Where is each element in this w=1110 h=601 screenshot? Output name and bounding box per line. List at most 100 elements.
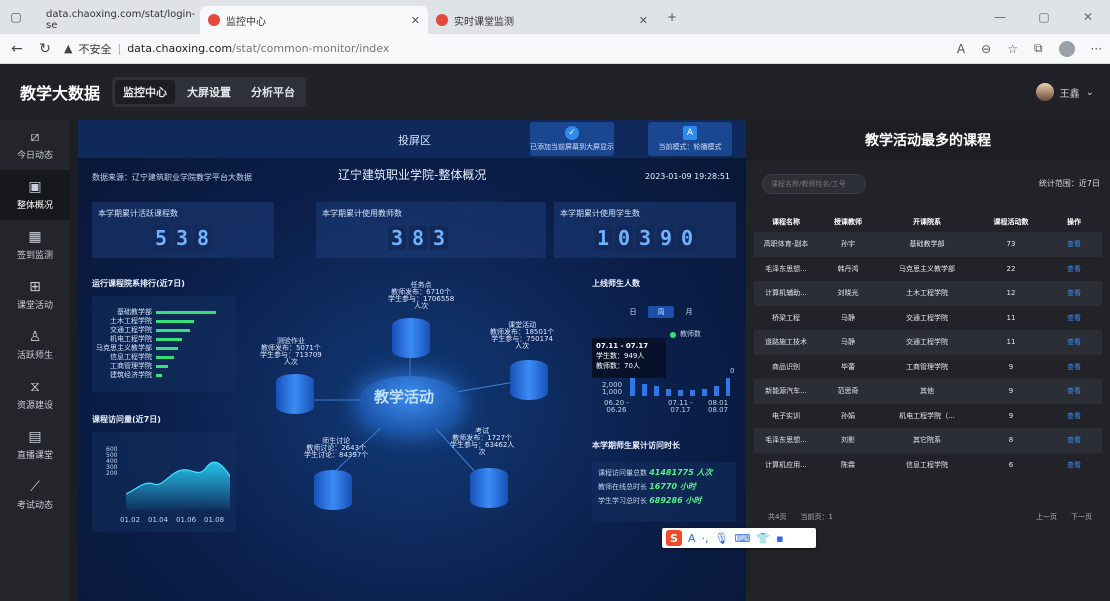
tab-title: data.chaoxing.com/stat/login-se xyxy=(46,9,196,31)
task-node-icon xyxy=(392,318,430,358)
sidebar-item-active-users[interactable]: ♙ 活跃师生 xyxy=(0,320,70,370)
cell-course: 商品识别 xyxy=(772,362,800,371)
browser-tab-bar: ▢ data.chaoxing.com/stat/login-se ✕ 监控中心… xyxy=(0,0,1110,34)
online-bar xyxy=(666,389,671,396)
read-aloud-icon[interactable]: A xyxy=(957,42,965,56)
view-link[interactable]: 查看 xyxy=(1046,288,1102,298)
header-action: 操作 xyxy=(1067,218,1081,226)
microphone-icon[interactable]: 🎙 xyxy=(715,532,729,545)
check-icon: ✓ xyxy=(565,126,579,140)
header-count: 课程活动数 xyxy=(993,218,1029,226)
view-link[interactable]: 查看 xyxy=(1046,386,1102,396)
more-icon[interactable]: ··· xyxy=(1091,42,1102,56)
view-link[interactable]: 查看 xyxy=(1046,239,1102,249)
user-menu[interactable]: 王鑫 ⌄ xyxy=(1035,83,1094,101)
view-link[interactable]: 查看 xyxy=(1046,411,1102,421)
cell-count: 11 xyxy=(1006,313,1016,322)
minimize-icon[interactable]: — xyxy=(978,0,1022,34)
online-bar xyxy=(726,378,730,396)
x-tick: 01.08 xyxy=(204,516,225,524)
accum-row: 课程访问量总数 41481775 人次 xyxy=(598,466,730,480)
course-search-input[interactable] xyxy=(762,174,866,194)
refresh-icon[interactable]: ↻ xyxy=(36,41,54,57)
view-link[interactable]: 查看 xyxy=(1046,362,1102,372)
mode-button[interactable]: A 当前模式：轮播模式 xyxy=(648,122,732,156)
punctuation-icon[interactable]: ·, xyxy=(702,532,709,545)
user-name: 王鑫 xyxy=(1059,88,1080,100)
stat-digits: 5 3 8 xyxy=(152,226,212,250)
sidebar-item-label: 课堂活动 xyxy=(16,300,53,311)
sidebar-item-overview[interactable]: ▣ 整体概况 xyxy=(0,170,70,220)
browser-tab-monitor[interactable]: 监控中心 ✕ xyxy=(200,6,428,34)
cell-count: 9 xyxy=(1008,362,1014,371)
period-toggle: 日 周 月 xyxy=(620,306,702,318)
segment-month[interactable]: 月 xyxy=(676,306,702,318)
dashboard-timestamp: 2023-01-09 19:28:51 xyxy=(645,172,730,181)
view-link[interactable]: 查看 xyxy=(1046,313,1102,323)
sidebar-item-today[interactable]: ⧄ 今日动态 xyxy=(0,120,70,170)
keyboard-icon[interactable]: ⌨ xyxy=(735,532,751,545)
browser-tab-realtime[interactable]: 实时课堂监测 ✕ xyxy=(428,6,656,34)
added-label: 已添加当前屏幕到大屏显示 xyxy=(530,143,614,151)
sidebar-item-activity[interactable]: ⊞ 课堂活动 xyxy=(0,270,70,320)
x-tick: 01.02 xyxy=(120,516,141,524)
nav-analysis[interactable]: 分析平台 xyxy=(243,80,303,104)
cell-teacher: 陈霖 xyxy=(841,460,855,469)
node-task: 任务点 教师发布：6710个 学生参与：1706558 人次 xyxy=(388,282,454,310)
legend-label: 教师数 xyxy=(680,330,701,338)
sidebar-item-label: 直播课堂 xyxy=(16,450,53,461)
homework-node-icon xyxy=(276,374,314,414)
browser-tab-login[interactable]: data.chaoxing.com/stat/login-se ✕ xyxy=(32,6,211,34)
tooltip-teachers: 教师数：70人 xyxy=(596,362,640,370)
dept-bar xyxy=(156,364,168,368)
collections-icon[interactable]: ⧉ xyxy=(1034,41,1043,56)
tooltip-range: 07.11 - 07.17 xyxy=(596,342,649,350)
view-link[interactable]: 查看 xyxy=(1046,337,1102,347)
next-page-button[interactable]: 下一页 xyxy=(1071,512,1092,522)
tab-actions-icon[interactable]: ▢ xyxy=(0,0,32,34)
segment-day[interactable]: 日 xyxy=(620,306,646,318)
sogou-logo-icon[interactable]: S xyxy=(666,530,682,546)
accum-row: 学生学习总时长 689286 小时 xyxy=(598,494,730,508)
new-tab-icon[interactable]: + xyxy=(656,0,688,34)
url-field[interactable]: ▲ 不安全 | data.chaoxing.com/stat/common-mo… xyxy=(64,41,389,57)
close-window-icon[interactable]: ✕ xyxy=(1066,0,1110,34)
digit: 9 xyxy=(657,226,675,250)
calendar-icon: ▦ xyxy=(28,228,42,245)
cell-dept: 其它院系 xyxy=(913,436,941,445)
close-tab-icon[interactable]: ✕ xyxy=(411,14,420,27)
zoom-icon[interactable]: ⊖ xyxy=(981,42,991,56)
nav-screen-settings[interactable]: 大屏设置 xyxy=(179,80,239,104)
dept-name: 建筑经济学院 xyxy=(110,371,152,379)
maximize-icon[interactable]: ▢ xyxy=(1022,0,1066,34)
y-tick: 200 xyxy=(106,470,118,477)
segment-week[interactable]: 周 xyxy=(648,306,674,318)
view-link[interactable]: 查看 xyxy=(1046,460,1102,470)
nav-monitor[interactable]: 监控中心 xyxy=(115,80,176,104)
profile-avatar[interactable] xyxy=(1058,40,1075,57)
view-link[interactable]: 查看 xyxy=(1046,264,1102,274)
prev-page-button[interactable]: 上一页 xyxy=(1036,512,1057,522)
accum-value: 689286 小时 xyxy=(649,496,702,505)
online-title: 上线师生人数 xyxy=(592,279,640,288)
dept-row: 交通工程学院 xyxy=(94,326,190,334)
skin-icon[interactable]: 👕 xyxy=(756,532,770,545)
view-link[interactable]: 查看 xyxy=(1046,435,1102,445)
sidebar-item-signin[interactable]: ▦ 签到监测 xyxy=(0,220,70,270)
table-row: 桥梁工程 马静 交通工程学院 11 查看 xyxy=(754,306,1102,331)
sidebar-item-live[interactable]: ▤ 直播课堂 xyxy=(0,420,70,470)
back-icon[interactable]: ← xyxy=(8,41,26,57)
exam-node-icon xyxy=(470,468,508,508)
toolbox-icon[interactable]: ▪ xyxy=(776,532,783,545)
dept-bar xyxy=(156,319,194,323)
url-host: data.chaoxing.com xyxy=(127,42,233,55)
visit-chart-title: 课程访问量(近7日) xyxy=(92,415,161,424)
added-to-screen-button[interactable]: ✓ 已添加当前屏幕到大屏显示 xyxy=(530,122,614,156)
sidebar-item-exam[interactable]: ⟋ 考试动态 xyxy=(0,470,70,520)
x-tick: 07.11 -07.17 xyxy=(668,400,693,414)
ime-mode[interactable]: A xyxy=(688,532,696,545)
class-node-icon xyxy=(510,360,548,400)
sidebar-item-resources[interactable]: ⧖ 资源建设 xyxy=(0,370,70,420)
favorite-icon[interactable]: ☆ xyxy=(1007,42,1018,56)
close-tab-icon[interactable]: ✕ xyxy=(639,14,648,27)
